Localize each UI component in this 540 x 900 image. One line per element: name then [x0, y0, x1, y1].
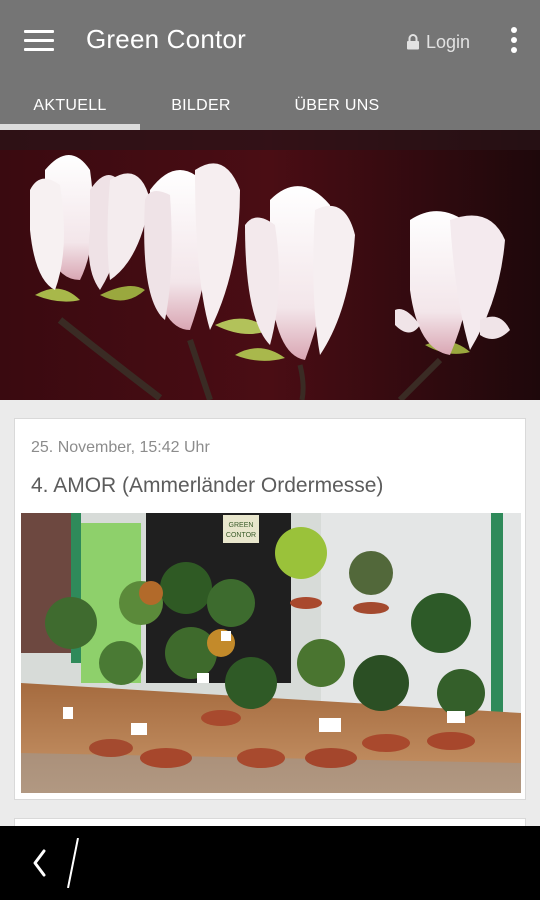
- login-button[interactable]: Login: [406, 28, 470, 56]
- login-label: Login: [426, 31, 471, 52]
- tab-bar: AKTUELL BILDER ÜBER UNS: [0, 82, 540, 130]
- system-navigation-bar: [0, 826, 540, 900]
- post-image-plant-display: GREEN CONTOR: [21, 513, 521, 793]
- post-title: 4. AMOR (Ammerländer Ordermesse): [31, 474, 384, 497]
- hamburger-menu-icon[interactable]: [18, 24, 62, 58]
- sign-text-green: GREEN: [229, 522, 254, 529]
- lock-icon: [407, 34, 419, 50]
- back-icon[interactable]: [18, 838, 82, 888]
- sign-text-contor: CONTOR: [226, 532, 256, 539]
- tab-bilder[interactable]: BILDER: [140, 82, 262, 130]
- tab-ueber-uns[interactable]: ÜBER UNS: [262, 82, 412, 130]
- more-vert-icon[interactable]: [500, 24, 528, 58]
- post-date: 25. November, 15:42 Uhr: [31, 439, 210, 456]
- app-title: Green Contor: [86, 24, 246, 54]
- news-card[interactable]: 25. November, 15:42 Uhr 4. AMOR (Ammerlä…: [14, 418, 526, 800]
- tab-aktuell[interactable]: AKTUELL: [0, 82, 140, 130]
- app-bar: Green Contor Login: [0, 0, 540, 82]
- header-image-magnolia: [0, 130, 540, 400]
